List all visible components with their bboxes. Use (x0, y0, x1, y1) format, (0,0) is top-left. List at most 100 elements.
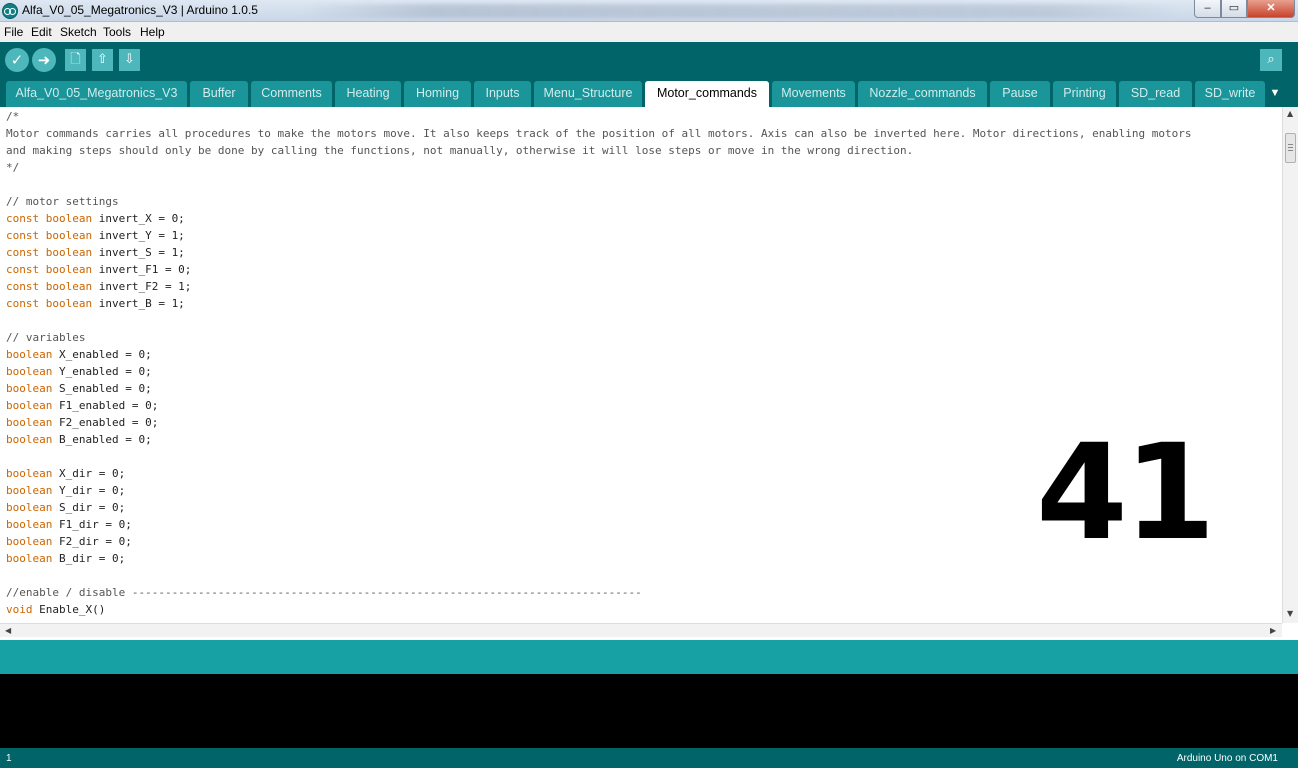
code-comment: and making steps should only be done by … (6, 144, 914, 157)
menu-help[interactable]: Help (140, 25, 165, 39)
tab-menu-structure[interactable]: Menu_Structure (534, 81, 642, 107)
window-title: Alfa_V0_05_Megatronics_V3 | Arduino 1.0.… (22, 3, 258, 17)
save-sketch-icon[interactable]: ⇩ (119, 49, 140, 71)
code-line: const boolean invert_B = 1; (6, 295, 1191, 312)
open-sketch-icon[interactable]: ⇧ (92, 49, 113, 71)
code-text: Y_enabled = 0; (52, 365, 152, 378)
code-line: const boolean invert_X = 0; (6, 210, 1191, 227)
code-line: boolean F1_enabled = 0; (6, 397, 1191, 414)
code-line: boolean X_enabled = 0; (6, 346, 1191, 363)
code-text: F1_dir = 0; (52, 518, 132, 531)
code-keyword: boolean (6, 484, 53, 497)
minimize-button[interactable]: – (1194, 0, 1221, 18)
footer-bar: 1 Arduino Uno on COM1 (0, 748, 1298, 768)
code-comment: // variables (6, 331, 86, 344)
code-line: boolean F1_dir = 0; (6, 516, 1191, 533)
code-content: /* Motor commands carries all procedures … (6, 108, 1191, 618)
code-keyword: const boolean (6, 263, 93, 276)
scroll-up-icon[interactable]: ▲ (1287, 109, 1293, 118)
code-line: and making steps should only be done by … (6, 142, 1191, 159)
maximize-button[interactable]: ▭ (1221, 0, 1247, 18)
tab-sd-read[interactable]: SD_read (1119, 81, 1192, 107)
code-text: X_dir = 0; (52, 467, 126, 480)
code-comment: */ (6, 161, 20, 174)
code-line: void Enable_X() (6, 601, 1191, 618)
code-line: boolean F2_dir = 0; (6, 533, 1191, 550)
menu-sketch[interactable]: Sketch (60, 25, 97, 39)
code-line: boolean Y_enabled = 0; (6, 363, 1191, 380)
code-text: invert_F2 = 1; (92, 280, 192, 293)
tab-homing[interactable]: Homing (404, 81, 471, 107)
menu-edit[interactable]: Edit (31, 25, 52, 39)
overlay-number: 41 (1036, 416, 1216, 570)
tab-nozzle-commands[interactable]: Nozzle_commands (858, 81, 987, 107)
scroll-left-icon[interactable]: ◀ (5, 626, 11, 635)
code-keyword: const boolean (6, 229, 93, 242)
code-line: // variables (6, 329, 1191, 346)
console-output[interactable] (0, 674, 1298, 748)
code-text: invert_Y = 1; (92, 229, 185, 242)
menu-file[interactable]: File (4, 25, 23, 39)
code-text: invert_X = 0; (92, 212, 185, 225)
status-bar (0, 640, 1298, 674)
code-keyword: const boolean (6, 246, 93, 259)
code-line: /* (6, 108, 1191, 125)
tab-heating[interactable]: Heating (335, 81, 401, 107)
code-comment: Motor commands carries all procedures to… (6, 127, 1192, 140)
code-text: F2_dir = 0; (52, 535, 132, 548)
code-keyword: const boolean (6, 280, 93, 293)
code-line: //enable / disable ---------------------… (6, 584, 1191, 601)
new-sketch-icon[interactable]: 🗋 (65, 49, 86, 71)
code-text: X_enabled = 0; (52, 348, 152, 361)
code-keyword: boolean (6, 535, 53, 548)
code-line: boolean B_enabled = 0; (6, 431, 1191, 448)
upload-icon[interactable]: ➜ (32, 48, 56, 72)
grip-icon (1288, 144, 1293, 152)
vertical-scroll-thumb[interactable] (1285, 133, 1296, 163)
close-button[interactable]: ✕ (1247, 0, 1295, 18)
code-keyword: boolean (6, 467, 53, 480)
code-keyword: boolean (6, 433, 53, 446)
tab-movements[interactable]: Movements (772, 81, 855, 107)
scroll-right-icon[interactable]: ▶ (1270, 626, 1276, 635)
tab-alfa-main[interactable]: Alfa_V0_05_Megatronics_V3 (6, 81, 187, 107)
code-keyword: void (6, 603, 33, 616)
vertical-scrollbar[interactable]: ▲ ▼ (1282, 107, 1298, 623)
toolbar: ✓ ➜ 🗋 ⇧ ⇩ ⌕ (0, 42, 1298, 79)
code-line: Motor commands carries all procedures to… (6, 125, 1191, 142)
code-comment: /* (6, 110, 20, 123)
tab-dropdown-icon[interactable]: ▼ (1265, 84, 1285, 102)
tab-buffer[interactable]: Buffer (190, 81, 248, 107)
code-line: boolean S_dir = 0; (6, 499, 1191, 516)
code-keyword: const boolean (6, 297, 93, 310)
tab-inputs[interactable]: Inputs (474, 81, 531, 107)
arduino-app-icon (2, 3, 18, 19)
scroll-down-icon[interactable]: ▼ (1287, 609, 1293, 618)
tab-motor-commands[interactable]: Motor_commands (645, 81, 769, 107)
horizontal-scrollbar[interactable]: ◀ ▶ (0, 623, 1282, 637)
code-keyword: boolean (6, 501, 53, 514)
code-text: S_enabled = 0; (52, 382, 152, 395)
code-keyword: boolean (6, 348, 53, 361)
code-text: Enable_X() (32, 603, 106, 616)
tab-printing[interactable]: Printing (1053, 81, 1116, 107)
code-line: const boolean invert_F2 = 1; (6, 278, 1191, 295)
code-line: boolean B_dir = 0; (6, 550, 1191, 567)
code-keyword: boolean (6, 365, 53, 378)
code-editor[interactable]: /* Motor commands carries all procedures … (0, 107, 1282, 623)
code-comment: // motor settings (6, 195, 119, 208)
tab-pause[interactable]: Pause (990, 81, 1050, 107)
code-line: boolean F2_enabled = 0; (6, 414, 1191, 431)
tab-sd-write[interactable]: SD_write (1195, 81, 1265, 107)
line-number: 1 (6, 753, 12, 764)
serial-monitor-icon[interactable]: ⌕ (1260, 49, 1282, 71)
code-text: invert_F1 = 0; (92, 263, 192, 276)
tab-comments[interactable]: Comments (251, 81, 332, 107)
code-comment: //enable / disable ---------------------… (6, 586, 642, 599)
verify-icon[interactable]: ✓ (5, 48, 29, 72)
menu-tools[interactable]: Tools (103, 25, 131, 39)
blurred-title-region (300, 4, 1180, 18)
